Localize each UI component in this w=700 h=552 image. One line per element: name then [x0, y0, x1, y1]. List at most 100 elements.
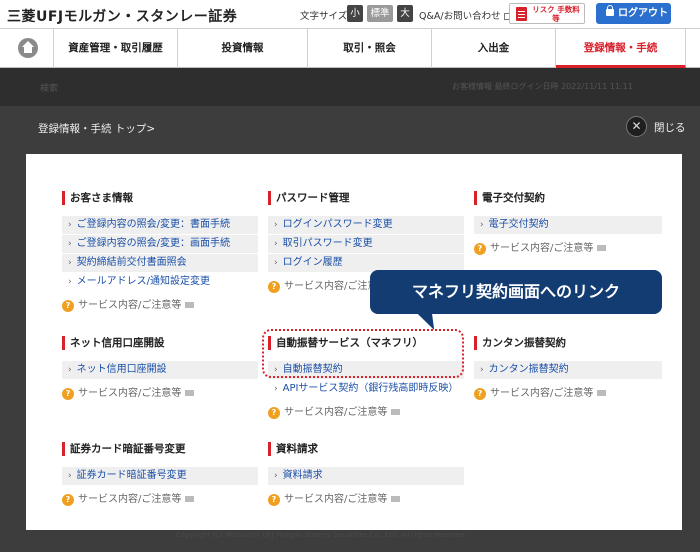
highlight-dotted-frame: [262, 329, 464, 378]
link-label: ご登録内容の照会/変更：書面手続: [76, 219, 230, 230]
panel-breadcrumb[interactable]: 登録情報・手続 トップ>: [38, 121, 155, 136]
link-margin-account[interactable]: › ネット信用口座開設: [62, 361, 258, 379]
question-icon: ?: [474, 388, 486, 400]
service-notes-link[interactable]: ? サービス内容/ご注意等: [474, 387, 662, 401]
question-icon: ?: [268, 281, 280, 293]
section-card-pin: 証券カード暗証番号変更 › 証券カード暗証番号変更 ? サービス内容/ご注意等: [62, 442, 258, 507]
document-icon: [516, 7, 527, 21]
qa-link[interactable]: Q&A/お問い合わせ: [419, 8, 513, 22]
section-document-request: 資料請求 › 資料請求 ? サービス内容/ご注意等: [268, 442, 464, 507]
service-notes-link[interactable]: ? サービス内容/ご注意等: [62, 387, 258, 401]
link-label: ネット信用口座開設: [76, 364, 167, 375]
service-notes-link[interactable]: ? サービス内容/ご注意等: [62, 493, 258, 507]
nav-item-trading[interactable]: 取引・照会: [308, 29, 432, 68]
note-label: サービス内容/ご注意等: [78, 300, 182, 311]
copyright-text: Copyright (C) Mitsubishi UFJ Morgan Stan…: [176, 531, 468, 539]
link-label: ご登録内容の照会/変更：画面手続: [76, 238, 230, 249]
font-size-label: 文字サイズ: [300, 11, 348, 22]
font-size-large-button[interactable]: 大: [397, 5, 413, 22]
link-api-service-contract[interactable]: › APIサービス契約（銀行残高即時反映）: [268, 380, 464, 398]
service-notes-link[interactable]: ? サービス内容/ご注意等: [474, 242, 662, 256]
link-trade-password[interactable]: › 取引パスワード変更: [268, 235, 464, 253]
section-customer-info: お客さま情報 › ご登録内容の照会/変更：書面手続 › ご登録内容の照会/変更：画面…: [62, 191, 258, 313]
section-title: ネット信用口座開設: [62, 336, 258, 350]
close-icon: ✕: [626, 116, 647, 137]
logout-button[interactable]: ログアウト: [596, 3, 671, 24]
chevron-right-icon: ›: [274, 239, 278, 249]
popup-icon: [185, 390, 195, 396]
section-easy-transfer: カンタン振替契約 › カンタン振替契約 ? サービス内容/ご注意等: [474, 336, 662, 401]
link-label: 電子交付契約: [488, 219, 549, 230]
registration-menu-panel: お客さま情報 › ご登録内容の照会/変更：書面手続 › ご登録内容の照会/変更：画面…: [26, 154, 682, 530]
link-card-pin[interactable]: › 証券カード暗証番号変更: [62, 467, 258, 485]
question-icon: ?: [62, 300, 74, 312]
note-label: サービス内容/ご注意等: [78, 494, 182, 505]
link-login-password[interactable]: › ログインパスワード変更: [268, 216, 464, 234]
close-label: 閉じる: [654, 122, 686, 134]
link-label: 取引パスワード変更: [282, 238, 373, 249]
question-icon: ?: [474, 243, 486, 255]
nav-item-registration-label: 登録情報・手続: [583, 42, 658, 54]
service-notes-link[interactable]: ? サービス内容/ご注意等: [268, 406, 464, 420]
brand-logo[interactable]: 三菱UFJモルガン・スタンレー証券: [7, 6, 237, 26]
question-icon: ?: [268, 494, 280, 506]
logout-label: ログアウト: [618, 8, 668, 19]
chevron-right-icon: ›: [68, 220, 72, 230]
top-header: 三菱UFJモルガン・スタンレー証券 文字サイズ 小 標準 大 Q&A/お問い合わ…: [0, 0, 700, 28]
dimmed-login-info: お客様情報 最終ログイン日時 2022/11/11 11:11: [452, 82, 633, 91]
link-easy-transfer[interactable]: › カンタン振替契約: [474, 361, 662, 379]
section-title: お客さま情報: [62, 191, 258, 205]
dimmed-search-text: 検索: [40, 84, 59, 94]
question-icon: ?: [268, 407, 280, 419]
link-label: ログインパスワード変更: [282, 219, 393, 230]
nav-item-assets[interactable]: 資産管理・取引履歴: [54, 29, 178, 68]
section-title: パスワード管理: [268, 191, 464, 205]
chevron-right-icon: ›: [274, 384, 278, 394]
section-electronic-delivery: 電子交付契約 › 電子交付契約 ? サービス内容/ご注意等: [474, 191, 662, 256]
nav-item-deposits[interactable]: 入出金: [432, 29, 556, 68]
chevron-right-icon: ›: [68, 239, 72, 249]
note-label: サービス内容/ご注意等: [284, 407, 388, 418]
popup-icon: [391, 409, 401, 415]
popup-icon: [391, 496, 401, 502]
nav-item-investment-info[interactable]: 投資情報: [178, 29, 308, 68]
chevron-right-icon: ›: [274, 471, 278, 481]
note-label: サービス内容/ご注意等: [284, 494, 388, 505]
lock-icon: [606, 5, 614, 16]
service-notes-link[interactable]: ? サービス内容/ご注意等: [62, 299, 258, 313]
link-pre-contract-docs[interactable]: › 契約締結前交付書面照会: [62, 254, 258, 272]
note-label: サービス内容/ご注意等: [490, 388, 594, 399]
section-title: 証券カード暗証番号変更: [62, 442, 258, 456]
popup-icon: [597, 245, 607, 251]
home-button[interactable]: [0, 29, 54, 68]
risk-fee-button[interactable]: リスク 手数料等: [509, 3, 585, 24]
link-registration-screen[interactable]: › ご登録内容の照会/変更：画面手続: [62, 235, 258, 253]
link-document-request[interactable]: › 資料請求: [268, 467, 464, 485]
link-label: カンタン振替契約: [488, 364, 569, 375]
dimmed-breadcrumb-row: 検索 お客様情報 最終ログイン日時 2022/11/11 11:11: [0, 68, 700, 106]
chevron-right-icon: ›: [480, 365, 484, 375]
font-size-standard-button[interactable]: 標準: [367, 5, 393, 22]
close-button[interactable]: ✕ 閉じる: [626, 116, 686, 138]
link-registration-paper[interactable]: › ご登録内容の照会/変更：書面手続: [62, 216, 258, 234]
link-email-settings[interactable]: › メールアドレス/通知設定変更: [62, 273, 258, 291]
chevron-right-icon: ›: [68, 471, 72, 481]
link-label: 証券カード暗証番号変更: [76, 470, 187, 481]
global-nav: 資産管理・取引履歴 投資情報 取引・照会 入出金 登録情報・手続: [0, 28, 700, 74]
link-label: 資料請求: [282, 470, 323, 481]
popup-icon: [185, 496, 195, 502]
section-margin-account: ネット信用口座開設 › ネット信用口座開設 ? サービス内容/ご注意等: [62, 336, 258, 401]
link-label: APIサービス契約（銀行残高即時反映）: [282, 383, 459, 394]
service-notes-link[interactable]: ? サービス内容/ご注意等: [268, 493, 464, 507]
font-size-small-button[interactable]: 小: [347, 5, 363, 22]
link-electronic-delivery[interactable]: › 電子交付契約: [474, 216, 662, 234]
risk-fee-label: リスク 手数料等: [532, 5, 580, 23]
section-title: カンタン振替契約: [474, 336, 662, 350]
popup-icon: [597, 390, 607, 396]
question-icon: ?: [62, 388, 74, 400]
link-label: メールアドレス/通知設定変更: [76, 276, 210, 287]
chevron-right-icon: ›: [274, 258, 278, 268]
nav-item-registration[interactable]: 登録情報・手続: [556, 29, 686, 74]
link-label: ログイン履歴: [282, 257, 343, 268]
chevron-right-icon: ›: [68, 277, 72, 287]
